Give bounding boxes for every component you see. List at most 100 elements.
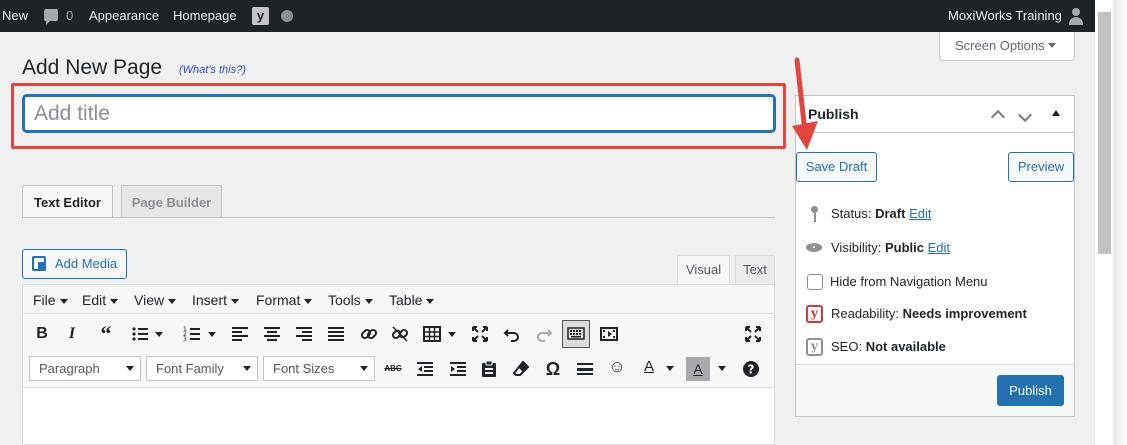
scrollbar-thumb[interactable] [1098,12,1111,254]
redo-icon[interactable] [532,322,556,346]
undo-icon[interactable] [500,322,524,346]
paste-icon[interactable] [477,357,501,381]
align-center-icon[interactable] [260,322,284,346]
eraser-icon[interactable] [509,357,533,381]
tab-page-builder[interactable]: Page Builder [121,185,222,218]
align-left-icon[interactable] [228,322,252,346]
admin-bar: New 0 Appearance Homepage y MoxiWorks Tr… [0,0,1095,32]
menu-table[interactable]: Table [389,292,435,308]
move-up-icon[interactable] [991,107,1005,121]
comment-count[interactable]: 0 [66,0,73,32]
caret-down-icon [243,366,251,371]
status-value: Draft [875,206,906,221]
appearance-menu[interactable]: Appearance [89,0,159,32]
menu-format[interactable]: Format [256,292,313,308]
table-icon[interactable] [420,322,444,346]
add-media-button[interactable]: Add Media [22,249,127,279]
menu-table-label: Table [389,292,423,308]
menu-view[interactable]: View [134,292,177,308]
menu-file[interactable]: File [33,292,68,308]
window-edge [1113,0,1127,445]
caret-down-icon [59,298,68,304]
user-avatar-icon[interactable] [1068,8,1084,25]
collapse-toggle-icon[interactable] [1052,110,1060,116]
font-family-select[interactable]: Font Family [146,356,258,381]
media-icon [32,256,48,272]
horizontal-rule-icon[interactable] [573,357,597,381]
move-down-icon[interactable] [1018,110,1032,124]
comments-icon[interactable] [44,9,58,25]
caret-down-icon [364,298,373,304]
seo-label: SEO: [831,339,863,354]
caret-down-icon[interactable] [208,332,216,337]
visibility-value: Public [884,240,924,255]
menu-insert[interactable]: Insert [192,292,240,308]
save-draft-button[interactable]: Save Draft [796,152,877,182]
menu-file-label: File [33,292,56,308]
screen-options-label: Screen Options [955,38,1045,53]
unlink-icon[interactable] [388,322,412,346]
background-color-icon[interactable]: A [686,357,710,381]
italic-icon[interactable]: I [60,322,84,346]
eye-icon [806,239,824,257]
homepage-menu[interactable]: Homepage [173,0,237,32]
pin-icon [806,205,824,223]
hide-nav-checkbox[interactable] [807,274,823,290]
paragraph-select-value: Paragraph [39,361,100,376]
fullscreen-icon[interactable] [468,322,492,346]
menu-edit-label: Edit [82,292,107,308]
preview-button[interactable]: Preview [1008,152,1074,182]
emoticon-icon[interactable]: ☺ [605,355,629,379]
justify-icon[interactable] [324,322,348,346]
yoast-seo-icon: y [806,338,823,356]
tab-visual[interactable]: Visual [677,255,730,285]
visibility-edit-link[interactable]: Edit [928,240,950,255]
font-sizes-select[interactable]: Font Sizes [263,356,375,381]
text-color-icon[interactable]: A [637,355,661,379]
screen-options-button[interactable]: Screen Options [939,32,1075,61]
menu-view-label: View [134,292,165,308]
caret-down-icon [1048,43,1056,48]
caret-down-icon [426,298,435,304]
font-sizes-select-value: Font Sizes [273,361,335,376]
caret-down-icon[interactable] [718,366,726,371]
menu-edit[interactable]: Edit [82,292,119,308]
video-icon[interactable] [597,322,621,346]
numbered-list-icon[interactable]: 123 [180,322,204,346]
caret-down-icon[interactable] [155,332,163,337]
visibility-label: Visibility: [831,240,882,255]
caret-down-icon[interactable] [448,332,456,337]
indent-icon[interactable] [446,357,470,381]
publish-button[interactable]: Publish [997,375,1064,406]
caret-down-icon[interactable] [666,366,674,371]
add-media-label: Add Media [55,256,118,271]
yoast-icon[interactable]: y [252,7,269,25]
new-menu[interactable]: New [2,0,28,32]
paragraph-select[interactable]: Paragraph [29,356,141,381]
blockquote-icon[interactable]: “ [94,322,118,346]
keyboard-icon[interactable] [562,320,590,348]
yoast-readability-icon: y [806,305,823,323]
align-right-icon[interactable] [292,322,316,346]
caret-down-icon [110,298,119,304]
account-name[interactable]: MoxiWorks Training [948,0,1062,32]
menu-tools[interactable]: Tools [328,292,373,308]
svg-text:3: 3 [183,336,187,343]
hide-nav-label[interactable]: Hide from Navigation Menu [830,272,988,292]
tab-text[interactable]: Text [735,255,775,285]
bullet-list-icon[interactable] [128,322,152,346]
status-edit-link[interactable]: Edit [909,206,931,221]
link-icon[interactable] [357,322,381,346]
outdent-icon[interactable] [413,357,437,381]
title-input[interactable] [23,95,775,132]
svg-text:?: ? [748,363,755,377]
seo-status-dot-icon [281,10,293,22]
tab-text-editor[interactable]: Text Editor [22,185,113,218]
strikethrough-icon[interactable]: ABC [381,357,405,381]
seo-value: Not available [865,339,946,354]
omega-icon[interactable]: Ω [541,357,565,381]
expand-icon[interactable] [741,322,765,346]
whats-this-link[interactable]: (What's this?) [179,64,246,76]
help-icon[interactable]: ? [739,357,763,381]
bold-icon[interactable]: B [30,322,54,346]
